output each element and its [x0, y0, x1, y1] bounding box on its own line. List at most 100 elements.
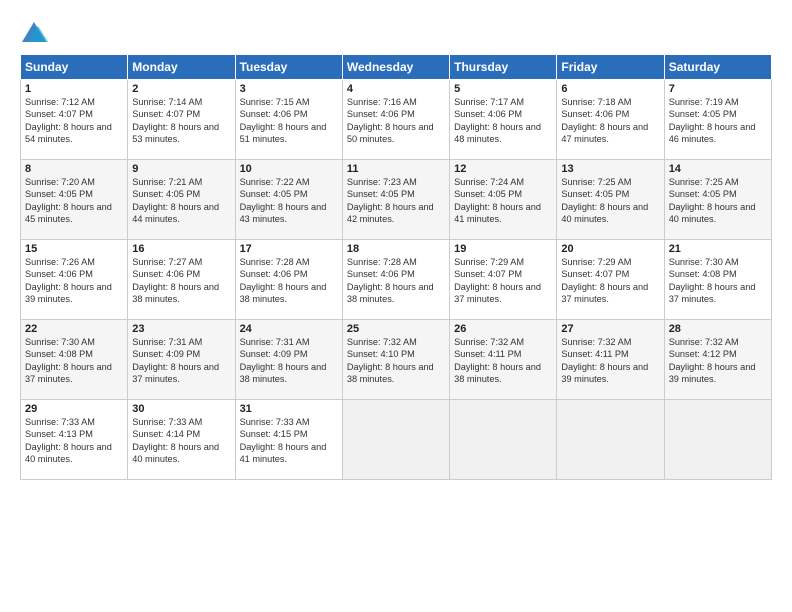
day-info: Sunrise: 7:28 AMSunset: 4:06 PMDaylight:…: [240, 256, 338, 306]
day-info: Sunrise: 7:33 AMSunset: 4:13 PMDaylight:…: [25, 416, 123, 466]
calendar-cell: 16 Sunrise: 7:27 AMSunset: 4:06 PMDaylig…: [128, 240, 235, 320]
header-sunday: Sunday: [21, 55, 128, 80]
week-row-5: 29 Sunrise: 7:33 AMSunset: 4:13 PMDaylig…: [21, 400, 772, 480]
day-number: 29: [25, 403, 123, 415]
calendar-body: 1 Sunrise: 7:12 AMSunset: 4:07 PMDayligh…: [21, 80, 772, 480]
day-info: Sunrise: 7:16 AMSunset: 4:06 PMDaylight:…: [347, 96, 445, 146]
day-number: 25: [347, 323, 445, 335]
day-info: Sunrise: 7:22 AMSunset: 4:05 PMDaylight:…: [240, 176, 338, 226]
day-info: Sunrise: 7:31 AMSunset: 4:09 PMDaylight:…: [240, 336, 338, 386]
day-number: 10: [240, 163, 338, 175]
calendar-cell: 8 Sunrise: 7:20 AMSunset: 4:05 PMDayligh…: [21, 160, 128, 240]
day-number: 31: [240, 403, 338, 415]
calendar-header: SundayMondayTuesdayWednesdayThursdayFrid…: [21, 55, 772, 80]
calendar-cell: [664, 400, 771, 480]
day-number: 2: [132, 83, 230, 95]
day-number: 12: [454, 163, 552, 175]
day-number: 7: [669, 83, 767, 95]
calendar-page: SundayMondayTuesdayWednesdayThursdayFrid…: [0, 0, 792, 612]
week-row-1: 1 Sunrise: 7:12 AMSunset: 4:07 PMDayligh…: [21, 80, 772, 160]
day-info: Sunrise: 7:29 AMSunset: 4:07 PMDaylight:…: [561, 256, 659, 306]
day-info: Sunrise: 7:12 AMSunset: 4:07 PMDaylight:…: [25, 96, 123, 146]
day-number: 27: [561, 323, 659, 335]
day-info: Sunrise: 7:17 AMSunset: 4:06 PMDaylight:…: [454, 96, 552, 146]
week-row-2: 8 Sunrise: 7:20 AMSunset: 4:05 PMDayligh…: [21, 160, 772, 240]
day-info: Sunrise: 7:25 AMSunset: 4:05 PMDaylight:…: [561, 176, 659, 226]
header: [20, 18, 772, 48]
day-info: Sunrise: 7:32 AMSunset: 4:10 PMDaylight:…: [347, 336, 445, 386]
day-number: 5: [454, 83, 552, 95]
calendar-cell: 7 Sunrise: 7:19 AMSunset: 4:05 PMDayligh…: [664, 80, 771, 160]
day-info: Sunrise: 7:20 AMSunset: 4:05 PMDaylight:…: [25, 176, 123, 226]
day-number: 21: [669, 243, 767, 255]
header-saturday: Saturday: [664, 55, 771, 80]
calendar-cell: 21 Sunrise: 7:30 AMSunset: 4:08 PMDaylig…: [664, 240, 771, 320]
day-number: 16: [132, 243, 230, 255]
calendar-cell: 22 Sunrise: 7:30 AMSunset: 4:08 PMDaylig…: [21, 320, 128, 400]
day-number: 24: [240, 323, 338, 335]
day-info: Sunrise: 7:31 AMSunset: 4:09 PMDaylight:…: [132, 336, 230, 386]
day-info: Sunrise: 7:33 AMSunset: 4:15 PMDaylight:…: [240, 416, 338, 466]
day-info: Sunrise: 7:32 AMSunset: 4:12 PMDaylight:…: [669, 336, 767, 386]
calendar-cell: 2 Sunrise: 7:14 AMSunset: 4:07 PMDayligh…: [128, 80, 235, 160]
day-info: Sunrise: 7:26 AMSunset: 4:06 PMDaylight:…: [25, 256, 123, 306]
day-info: Sunrise: 7:29 AMSunset: 4:07 PMDaylight:…: [454, 256, 552, 306]
day-info: Sunrise: 7:25 AMSunset: 4:05 PMDaylight:…: [669, 176, 767, 226]
day-number: 14: [669, 163, 767, 175]
day-number: 6: [561, 83, 659, 95]
logo: [20, 20, 52, 48]
day-number: 22: [25, 323, 123, 335]
day-number: 15: [25, 243, 123, 255]
header-row: SundayMondayTuesdayWednesdayThursdayFrid…: [21, 55, 772, 80]
day-number: 13: [561, 163, 659, 175]
calendar-cell: 19 Sunrise: 7:29 AMSunset: 4:07 PMDaylig…: [450, 240, 557, 320]
calendar-cell: [342, 400, 449, 480]
day-info: Sunrise: 7:33 AMSunset: 4:14 PMDaylight:…: [132, 416, 230, 466]
header-monday: Monday: [128, 55, 235, 80]
calendar-cell: 9 Sunrise: 7:21 AMSunset: 4:05 PMDayligh…: [128, 160, 235, 240]
logo-icon: [20, 20, 48, 48]
calendar-cell: 31 Sunrise: 7:33 AMSunset: 4:15 PMDaylig…: [235, 400, 342, 480]
day-number: 8: [25, 163, 123, 175]
calendar-cell: 18 Sunrise: 7:28 AMSunset: 4:06 PMDaylig…: [342, 240, 449, 320]
day-info: Sunrise: 7:30 AMSunset: 4:08 PMDaylight:…: [25, 336, 123, 386]
day-info: Sunrise: 7:32 AMSunset: 4:11 PMDaylight:…: [454, 336, 552, 386]
header-wednesday: Wednesday: [342, 55, 449, 80]
day-number: 20: [561, 243, 659, 255]
day-info: Sunrise: 7:21 AMSunset: 4:05 PMDaylight:…: [132, 176, 230, 226]
calendar-table: SundayMondayTuesdayWednesdayThursdayFrid…: [20, 54, 772, 480]
header-thursday: Thursday: [450, 55, 557, 80]
day-number: 9: [132, 163, 230, 175]
day-number: 17: [240, 243, 338, 255]
calendar-cell: 12 Sunrise: 7:24 AMSunset: 4:05 PMDaylig…: [450, 160, 557, 240]
day-number: 18: [347, 243, 445, 255]
calendar-cell: 3 Sunrise: 7:15 AMSunset: 4:06 PMDayligh…: [235, 80, 342, 160]
day-number: 19: [454, 243, 552, 255]
calendar-cell: 17 Sunrise: 7:28 AMSunset: 4:06 PMDaylig…: [235, 240, 342, 320]
calendar-cell: 24 Sunrise: 7:31 AMSunset: 4:09 PMDaylig…: [235, 320, 342, 400]
day-number: 23: [132, 323, 230, 335]
day-number: 4: [347, 83, 445, 95]
day-info: Sunrise: 7:15 AMSunset: 4:06 PMDaylight:…: [240, 96, 338, 146]
calendar-cell: 23 Sunrise: 7:31 AMSunset: 4:09 PMDaylig…: [128, 320, 235, 400]
calendar-cell: 27 Sunrise: 7:32 AMSunset: 4:11 PMDaylig…: [557, 320, 664, 400]
day-number: 1: [25, 83, 123, 95]
day-number: 3: [240, 83, 338, 95]
header-tuesday: Tuesday: [235, 55, 342, 80]
calendar-cell: 15 Sunrise: 7:26 AMSunset: 4:06 PMDaylig…: [21, 240, 128, 320]
calendar-cell: 10 Sunrise: 7:22 AMSunset: 4:05 PMDaylig…: [235, 160, 342, 240]
calendar-cell: 25 Sunrise: 7:32 AMSunset: 4:10 PMDaylig…: [342, 320, 449, 400]
day-number: 11: [347, 163, 445, 175]
day-info: Sunrise: 7:19 AMSunset: 4:05 PMDaylight:…: [669, 96, 767, 146]
day-info: Sunrise: 7:18 AMSunset: 4:06 PMDaylight:…: [561, 96, 659, 146]
week-row-4: 22 Sunrise: 7:30 AMSunset: 4:08 PMDaylig…: [21, 320, 772, 400]
day-number: 26: [454, 323, 552, 335]
day-number: 30: [132, 403, 230, 415]
calendar-cell: [557, 400, 664, 480]
calendar-cell: 30 Sunrise: 7:33 AMSunset: 4:14 PMDaylig…: [128, 400, 235, 480]
day-info: Sunrise: 7:14 AMSunset: 4:07 PMDaylight:…: [132, 96, 230, 146]
calendar-cell: 29 Sunrise: 7:33 AMSunset: 4:13 PMDaylig…: [21, 400, 128, 480]
calendar-cell: 28 Sunrise: 7:32 AMSunset: 4:12 PMDaylig…: [664, 320, 771, 400]
week-row-3: 15 Sunrise: 7:26 AMSunset: 4:06 PMDaylig…: [21, 240, 772, 320]
day-info: Sunrise: 7:32 AMSunset: 4:11 PMDaylight:…: [561, 336, 659, 386]
